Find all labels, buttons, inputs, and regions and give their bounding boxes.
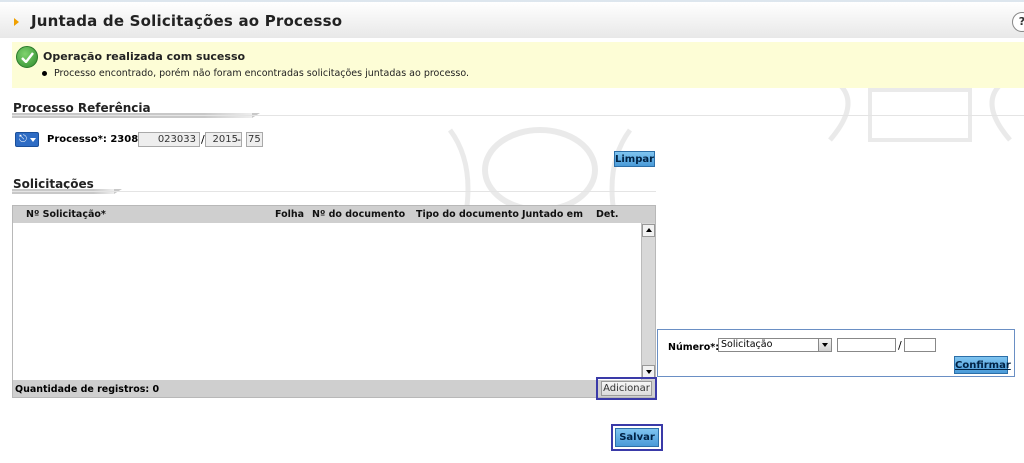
dash-separator: - — [237, 133, 241, 146]
chevron-down-icon[interactable] — [818, 339, 831, 351]
title-bar: Juntada de Solicitações ao Processo ? — [0, 0, 1024, 38]
success-message: Operação realizada com sucesso Processo … — [12, 42, 1024, 88]
divider-line — [12, 115, 1024, 116]
clear-button[interactable]: Limpar — [614, 151, 655, 167]
column-header-folha: Folha — [275, 209, 305, 220]
pin-icon: ⎋ — [19, 134, 27, 145]
bullet-icon — [42, 71, 47, 76]
column-header-juntado: Juntado em — [522, 209, 583, 220]
confirm-button[interactable]: Confirmar — [954, 356, 1011, 374]
numero-ano-input[interactable] — [904, 338, 936, 352]
title-arrow-icon — [14, 18, 19, 26]
help-icon[interactable]: ? — [1012, 12, 1024, 32]
record-count: Quantidade de registros: 0 — [15, 384, 160, 395]
processo-digito-input[interactable] — [246, 132, 263, 147]
processo-menu-icon[interactable]: ⎋ — [15, 132, 39, 147]
chevron-down-icon — [30, 138, 36, 142]
arrow-up-icon — [646, 228, 652, 232]
select-value: Solicitação — [721, 339, 773, 350]
scrollbar[interactable] — [641, 223, 655, 380]
arrow-down-icon — [646, 370, 652, 374]
processo-label: Processo*: 23080. — [47, 134, 149, 145]
scroll-up-button[interactable] — [642, 224, 655, 237]
column-header-documento: Nº do documento — [312, 209, 406, 220]
numero-type-select[interactable]: Solicitação — [718, 338, 832, 352]
message-title: Operação realizada com sucesso — [43, 50, 246, 63]
save-button[interactable]: Salvar — [615, 428, 659, 447]
table-header: Nº Solicitação* Folha Nº do documento Ti… — [13, 206, 655, 223]
page-title: Juntada de Solicitações ao Processo — [31, 12, 343, 30]
check-icon — [16, 46, 38, 68]
solicitacoes-table: Nº Solicitação* Folha Nº do documento Ti… — [12, 205, 656, 398]
column-header-tipo: Tipo do documento — [416, 209, 519, 220]
column-header-det: Det. — [596, 209, 619, 220]
table-footer: Quantidade de registros: 0 — [13, 380, 655, 397]
message-detail: Processo encontrado, porém não foram enc… — [54, 68, 469, 79]
column-header-numero: Nº Solicitação* — [26, 209, 106, 220]
numero-panel: Número*: Solicitação / Confirmar — [657, 329, 1015, 377]
processo-numero-input[interactable] — [138, 132, 200, 147]
numero-input[interactable] — [837, 338, 896, 352]
divider-line — [12, 191, 656, 192]
numero-label: Número*: — [668, 342, 720, 353]
slash-separator: / — [898, 339, 902, 352]
add-button[interactable]: Adicionar — [601, 381, 652, 396]
